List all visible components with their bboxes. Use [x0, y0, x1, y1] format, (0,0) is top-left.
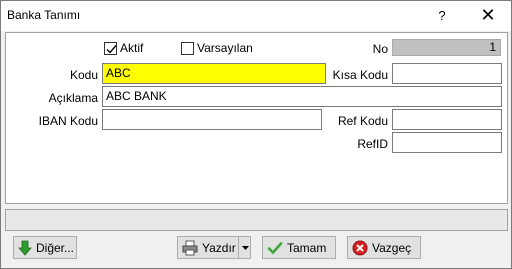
yazdir-button[interactable]: Yazdır: [177, 236, 251, 259]
printer-icon: [182, 240, 198, 255]
title-bar: Banka Tanımı ? ✕: [1, 1, 511, 31]
cancel-icon: [352, 240, 368, 255]
check-icon: [104, 41, 117, 55]
dialog-window: Banka Tanımı ? ✕ Aktif Varsayılan No 1 K…: [0, 0, 512, 269]
down-arrow-icon: [18, 240, 32, 256]
tamam-button[interactable]: Tamam: [262, 236, 336, 259]
iban-label: IBAN Kodu: [38, 114, 98, 128]
ref-kodu-input[interactable]: [392, 109, 502, 130]
kisa-kodu-input[interactable]: [392, 63, 502, 84]
varsayilan-checkbox[interactable]: Varsayılan: [181, 41, 253, 55]
dropdown-arrow-icon[interactable]: [238, 237, 252, 258]
close-button[interactable]: ✕: [465, 1, 511, 30]
yazdir-label: Yazdır: [202, 240, 236, 255]
varsayilan-label: Varsayılan: [197, 41, 253, 55]
kodu-label: Kodu: [69, 68, 98, 82]
kodu-input[interactable]: ABC: [102, 63, 326, 84]
no-field: 1: [392, 39, 501, 56]
status-bar: [5, 209, 508, 231]
window-title: Banka Tanımı: [7, 8, 81, 22]
form-panel: Aktif Varsayılan No 1 Kodu ABC Kısa Kodu…: [5, 32, 508, 204]
tamam-label: Tamam: [287, 240, 327, 255]
checkmark-icon: [267, 241, 283, 254]
iban-input[interactable]: [102, 109, 322, 130]
vazgec-button[interactable]: Vazgeç: [347, 236, 421, 259]
aktif-label: Aktif: [120, 41, 144, 55]
vazgec-label: Vazgeç: [372, 240, 412, 255]
refid-label: RefID: [357, 137, 388, 151]
aktif-checkbox[interactable]: Aktif: [104, 41, 143, 55]
kisa-kodu-label: Kısa Kodu: [332, 68, 388, 82]
diger-button[interactable]: Diğer...: [13, 236, 77, 259]
no-label: No: [372, 42, 388, 56]
unchecked-box-icon: [181, 41, 194, 55]
aciklama-label: Açıklama: [48, 91, 98, 105]
diger-label: Diğer...: [36, 240, 75, 255]
refid-input[interactable]: [392, 132, 502, 153]
ref-kodu-label: Ref Kodu: [337, 114, 388, 128]
aciklama-input[interactable]: ABC BANK: [102, 86, 502, 107]
help-button[interactable]: ?: [419, 1, 465, 30]
